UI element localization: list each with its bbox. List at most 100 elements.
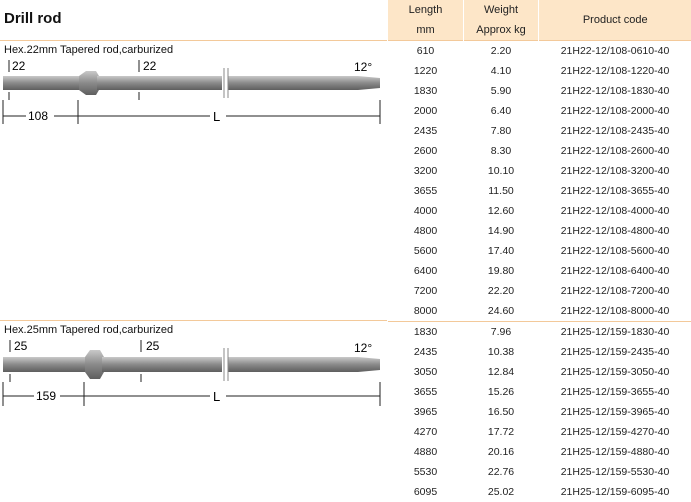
weight-cell: 25.02 xyxy=(464,482,539,502)
weight-cell: 15.26 xyxy=(464,382,539,402)
product-code-cell: 21H22-12/108-4000-40 xyxy=(539,201,691,221)
rod-collar xyxy=(85,350,104,379)
hex-dim-label: 22 xyxy=(12,59,26,73)
rod-body-2 xyxy=(228,76,358,90)
length-cell: 4800 xyxy=(388,221,464,241)
table-row: 320010.1021H22-12/108-3200-40 xyxy=(388,161,691,181)
length-cell: 2000 xyxy=(388,101,464,121)
product-code-cell: 21H25-12/159-4270-40 xyxy=(539,422,691,442)
length-cell: 1220 xyxy=(388,61,464,81)
taper-label: 12° xyxy=(354,341,372,355)
table-row: 396516.5021H25-12/159-3965-40 xyxy=(388,402,691,422)
weight-cell: 4.10 xyxy=(464,61,539,81)
product-code-cell: 21H25-12/159-6095-40 xyxy=(539,482,691,502)
product-code-cell: 21H22-12/108-8000-40 xyxy=(539,301,691,322)
length-unit: mm xyxy=(388,20,464,41)
table-row: 488020.1621H25-12/159-4880-40 xyxy=(388,442,691,462)
length-cell: 3965 xyxy=(388,402,464,422)
table-row: 640019.8021H22-12/108-6400-40 xyxy=(388,261,691,281)
rod-shank xyxy=(3,76,81,90)
table-row: 243510.3821H25-12/159-2435-40 xyxy=(388,342,691,362)
length-cell: 2600 xyxy=(388,141,464,161)
table-row: 26008.3021H22-12/108-2600-40 xyxy=(388,141,691,161)
length-cell: 7200 xyxy=(388,281,464,301)
product-code-cell: 21H25-12/159-3655-40 xyxy=(539,382,691,402)
weight-cell: 17.72 xyxy=(464,422,539,442)
weight-cell: 22.20 xyxy=(464,281,539,301)
table-row: 480014.9021H22-12/108-4800-40 xyxy=(388,221,691,241)
weight-cell: 16.50 xyxy=(464,402,539,422)
table-row: 553022.7621H25-12/159-5530-40 xyxy=(388,462,691,482)
product-code-cell: 21H22-12/108-3200-40 xyxy=(539,161,691,181)
product-code-cell: 21H22-12/108-2000-40 xyxy=(539,101,691,121)
collar-dim-label: 22 xyxy=(143,59,157,73)
length-cell: 4880 xyxy=(388,442,464,462)
length-cell: 8000 xyxy=(388,301,464,322)
spec-table-body: 6102.2021H22-12/108-0610-4012204.1021H22… xyxy=(388,41,691,502)
shank-len-label: 108 xyxy=(28,109,48,123)
section-divider xyxy=(0,40,387,41)
hex-dim-label: 25 xyxy=(14,339,28,353)
weight-header: Weight xyxy=(464,0,539,20)
table-row: 400012.6021H22-12/108-4000-40 xyxy=(388,201,691,221)
product-code-cell: 21H25-12/159-4880-40 xyxy=(539,442,691,462)
weight-cell: 8.30 xyxy=(464,141,539,161)
length-cell: 1830 xyxy=(388,81,464,101)
weight-unit: Approx kg xyxy=(464,20,539,41)
rod-collar xyxy=(79,71,99,95)
table-row: 6102.2021H22-12/108-0610-40 xyxy=(388,41,691,62)
weight-cell: 22.76 xyxy=(464,462,539,482)
weight-cell: 24.60 xyxy=(464,301,539,322)
table-row: 609525.0221H25-12/159-6095-40 xyxy=(388,482,691,502)
spec-table: Length Weight Product code mm Approx kg … xyxy=(387,0,691,502)
product-code-cell: 21H25-12/159-2435-40 xyxy=(539,342,691,362)
weight-cell: 19.80 xyxy=(464,261,539,281)
weight-cell: 20.16 xyxy=(464,442,539,462)
collar-dim-label: 25 xyxy=(146,339,160,353)
length-cell: 4000 xyxy=(388,201,464,221)
section-divider xyxy=(0,320,387,321)
weight-cell: 10.38 xyxy=(464,342,539,362)
product-code-cell: 21H22-12/108-2600-40 xyxy=(539,141,691,161)
section-1-label: Hex.22mm Tapered rod,carburized xyxy=(4,44,173,56)
length-cell: 5600 xyxy=(388,241,464,261)
length-cell: 3200 xyxy=(388,161,464,181)
weight-cell: 2.20 xyxy=(464,41,539,62)
rod-body-2 xyxy=(228,357,358,372)
product-code-cell: 21H22-12/108-4800-40 xyxy=(539,221,691,241)
product-code-cell: 21H25-12/159-3965-40 xyxy=(539,402,691,422)
length-cell: 1830 xyxy=(388,322,464,343)
length-cell: 4270 xyxy=(388,422,464,442)
length-cell: 2435 xyxy=(388,121,464,141)
product-code-cell: 21H22-12/108-1830-40 xyxy=(539,81,691,101)
length-cell: 5530 xyxy=(388,462,464,482)
table-row: 305012.8421H25-12/159-3050-40 xyxy=(388,362,691,382)
weight-cell: 7.96 xyxy=(464,322,539,343)
rod-taper xyxy=(358,357,380,372)
page-title: Drill rod xyxy=(4,10,62,27)
rod-diagram-25: 25 25 12° 159 L xyxy=(0,336,387,408)
table-row: 12204.1021H22-12/108-1220-40 xyxy=(388,61,691,81)
length-symbol: L xyxy=(213,109,220,124)
length-header: Length xyxy=(388,0,464,20)
weight-cell: 11.50 xyxy=(464,181,539,201)
weight-cell: 17.40 xyxy=(464,241,539,261)
shank-len-label: 159 xyxy=(36,389,56,403)
length-cell: 3050 xyxy=(388,362,464,382)
rod-body xyxy=(97,76,222,90)
length-cell: 6095 xyxy=(388,482,464,502)
rod-taper xyxy=(358,76,380,90)
product-code-cell: 21H22-12/108-6400-40 xyxy=(539,261,691,281)
weight-cell: 12.84 xyxy=(464,362,539,382)
section-2-label: Hex.25mm Tapered rod,carburized xyxy=(4,324,173,336)
table-row: 427017.7221H25-12/159-4270-40 xyxy=(388,422,691,442)
weight-cell: 10.10 xyxy=(464,161,539,181)
table-row: 24357.8021H22-12/108-2435-40 xyxy=(388,121,691,141)
length-symbol: L xyxy=(213,389,220,404)
table-row: 20006.4021H22-12/108-2000-40 xyxy=(388,101,691,121)
product-code-cell: 21H22-12/108-5600-40 xyxy=(539,241,691,261)
product-code-cell: 21H22-12/108-7200-40 xyxy=(539,281,691,301)
length-cell: 3655 xyxy=(388,382,464,402)
weight-cell: 14.90 xyxy=(464,221,539,241)
rod-body xyxy=(102,357,222,372)
